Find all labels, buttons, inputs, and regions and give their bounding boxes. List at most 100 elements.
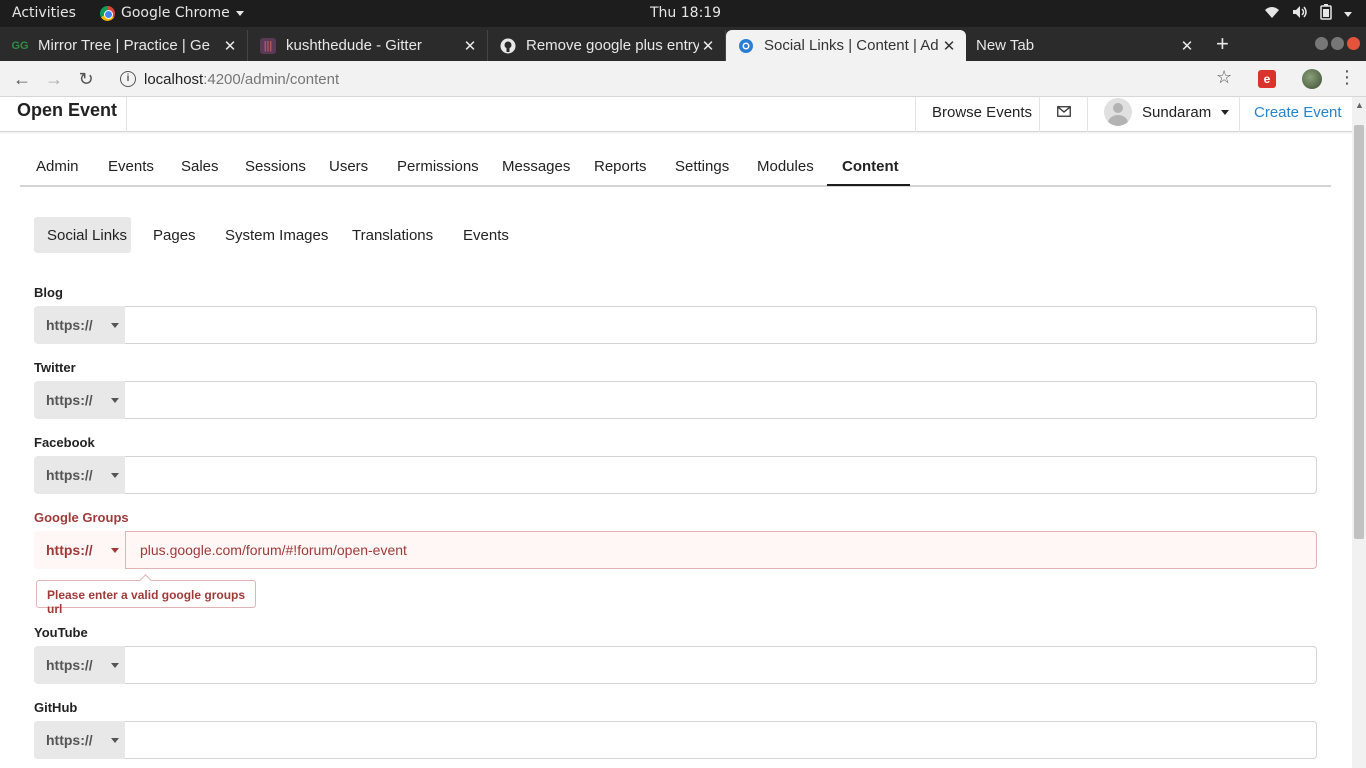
volume-icon bbox=[1292, 5, 1308, 23]
subtab-social-links[interactable]: Social Links bbox=[34, 217, 131, 253]
profile-avatar[interactable] bbox=[1302, 69, 1322, 89]
tab-title: kushthedude - Gitter bbox=[286, 37, 422, 54]
close-icon[interactable]: ✕ bbox=[1178, 37, 1196, 55]
page-content: Open Event Browse Events Sundaram Create… bbox=[0, 97, 1352, 768]
subtab-pages[interactable]: Pages bbox=[153, 217, 196, 253]
tab-sales[interactable]: Sales bbox=[181, 158, 219, 175]
scrollbar-thumb[interactable] bbox=[1354, 125, 1364, 539]
browser-tab-strip: GG Mirror Tree | Practice | Ge ✕ ||| kus… bbox=[0, 27, 1366, 61]
minimize-icon[interactable] bbox=[1315, 37, 1328, 50]
close-icon[interactable]: ✕ bbox=[940, 37, 958, 55]
youtube-field: https:// bbox=[34, 646, 1317, 684]
protocol-value: https:// bbox=[46, 392, 93, 408]
google-groups-protocol-dropdown[interactable]: https:// bbox=[34, 531, 125, 569]
tab-reports[interactable]: Reports bbox=[594, 158, 647, 175]
chevron-down-icon bbox=[110, 397, 119, 403]
blog-protocol-dropdown[interactable]: https:// bbox=[34, 306, 125, 344]
tab-admin[interactable]: Admin bbox=[36, 158, 79, 175]
youtube-url-input[interactable] bbox=[125, 646, 1317, 684]
clock[interactable]: Thu 18:19 bbox=[650, 5, 721, 21]
new-tab-button[interactable]: + bbox=[1216, 31, 1229, 57]
tab-events[interactable]: Events bbox=[108, 158, 154, 175]
wifi-icon bbox=[1264, 5, 1280, 23]
twitter-url-input[interactable] bbox=[125, 381, 1317, 419]
back-icon[interactable]: ← bbox=[10, 67, 34, 91]
browser-tab[interactable]: New Tab ✕ bbox=[966, 30, 1204, 61]
github-protocol-dropdown[interactable]: https:// bbox=[34, 721, 125, 759]
twitter-label: Twitter bbox=[34, 360, 76, 375]
browse-events-link[interactable]: Browse Events bbox=[915, 97, 1039, 132]
notifications-mail[interactable] bbox=[1039, 97, 1087, 132]
twitter-field: https:// bbox=[34, 381, 1317, 419]
browser-tab-active[interactable]: Social Links | Content | Ad ✕ bbox=[726, 30, 966, 61]
address-bar[interactable]: i localhost :4200/admin/content bbox=[110, 65, 1250, 93]
close-icon[interactable]: ✕ bbox=[221, 37, 239, 55]
user-menu[interactable]: Sundaram bbox=[1087, 97, 1239, 132]
info-icon[interactable]: i bbox=[120, 71, 136, 87]
chevron-down-icon bbox=[110, 472, 119, 478]
close-window-icon[interactable] bbox=[1347, 37, 1360, 50]
protocol-value: https:// bbox=[46, 467, 93, 483]
browser-tab[interactable]: GG Mirror Tree | Practice | Ge ✕ bbox=[0, 30, 248, 61]
reload-icon[interactable]: ↻ bbox=[74, 67, 98, 91]
github-label: GitHub bbox=[34, 700, 78, 715]
scroll-up-icon[interactable]: ▲ bbox=[1355, 100, 1364, 110]
youtube-label: YouTube bbox=[34, 625, 88, 640]
tab-users[interactable]: Users bbox=[329, 158, 368, 175]
facebook-protocol-dropdown[interactable]: https:// bbox=[34, 456, 125, 494]
facebook-field: https:// bbox=[34, 456, 1317, 494]
blog-label: Blog bbox=[34, 285, 63, 300]
system-top-bar: Activities Google Chrome Thu 18:19 bbox=[0, 0, 1366, 27]
chevron-down-icon bbox=[110, 662, 119, 668]
active-tab-indicator bbox=[827, 184, 910, 186]
activities-button[interactable]: Activities bbox=[12, 5, 76, 21]
brand-logo[interactable]: Open Event bbox=[0, 97, 127, 132]
github-icon bbox=[500, 38, 516, 54]
tab-sessions[interactable]: Sessions bbox=[245, 158, 306, 175]
validation-error-message: Please enter a valid google groups url bbox=[36, 580, 256, 616]
tab-title: New Tab bbox=[976, 37, 1035, 54]
window-controls bbox=[1315, 37, 1360, 50]
chevron-down-icon bbox=[110, 737, 119, 743]
google-groups-url-input[interactable] bbox=[125, 531, 1317, 569]
chevron-down-icon bbox=[235, 10, 244, 16]
youtube-protocol-dropdown[interactable]: https:// bbox=[34, 646, 125, 684]
tab-messages[interactable]: Messages bbox=[502, 158, 570, 175]
browser-tab[interactable]: ||| kushthedude - Gitter ✕ bbox=[248, 30, 488, 61]
close-icon[interactable]: ✕ bbox=[699, 37, 717, 55]
admin-main-menu: Admin Events Sales Sessions Users Permis… bbox=[20, 147, 1331, 187]
chevron-down-icon bbox=[110, 547, 119, 553]
extension-icon[interactable]: e bbox=[1258, 70, 1276, 88]
blog-url-input[interactable] bbox=[125, 306, 1317, 344]
create-event-link[interactable]: Create Event bbox=[1239, 97, 1352, 132]
protocol-value: https:// bbox=[46, 317, 93, 333]
subtab-translations[interactable]: Translations bbox=[352, 217, 433, 253]
app-menu[interactable]: Google Chrome bbox=[100, 5, 244, 21]
page-scrollbar[interactable]: ▲ bbox=[1352, 97, 1366, 768]
facebook-url-input[interactable] bbox=[125, 456, 1317, 494]
bookmark-star-icon[interactable]: ☆ bbox=[1216, 67, 1232, 88]
github-url-input[interactable] bbox=[125, 721, 1317, 759]
menu-kebab-icon[interactable]: ⋮ bbox=[1338, 67, 1356, 88]
chevron-down-icon bbox=[1221, 110, 1230, 115]
tab-title: Remove google plus entry bbox=[526, 37, 699, 54]
gitter-icon: ||| bbox=[260, 37, 276, 54]
forward-icon[interactable]: → bbox=[42, 67, 66, 91]
tab-modules[interactable]: Modules bbox=[757, 158, 814, 175]
tab-content[interactable]: Content bbox=[842, 158, 899, 175]
url-path: :4200/admin/content bbox=[203, 70, 340, 88]
tab-settings[interactable]: Settings bbox=[675, 158, 729, 175]
tab-permissions[interactable]: Permissions bbox=[397, 158, 479, 175]
maximize-icon[interactable] bbox=[1331, 37, 1344, 50]
protocol-value: https:// bbox=[46, 732, 93, 748]
browser-tab[interactable]: Remove google plus entry ✕ bbox=[488, 30, 726, 61]
blog-field: https:// bbox=[34, 306, 1317, 344]
system-tray[interactable] bbox=[1264, 4, 1352, 24]
subtab-system-images[interactable]: System Images bbox=[225, 217, 328, 253]
protocol-value: https:// bbox=[46, 657, 93, 673]
github-field: https:// bbox=[34, 721, 1317, 759]
twitter-protocol-dropdown[interactable]: https:// bbox=[34, 381, 125, 419]
close-icon[interactable]: ✕ bbox=[461, 37, 479, 55]
open-event-icon bbox=[738, 38, 754, 54]
subtab-events[interactable]: Events bbox=[463, 217, 509, 253]
